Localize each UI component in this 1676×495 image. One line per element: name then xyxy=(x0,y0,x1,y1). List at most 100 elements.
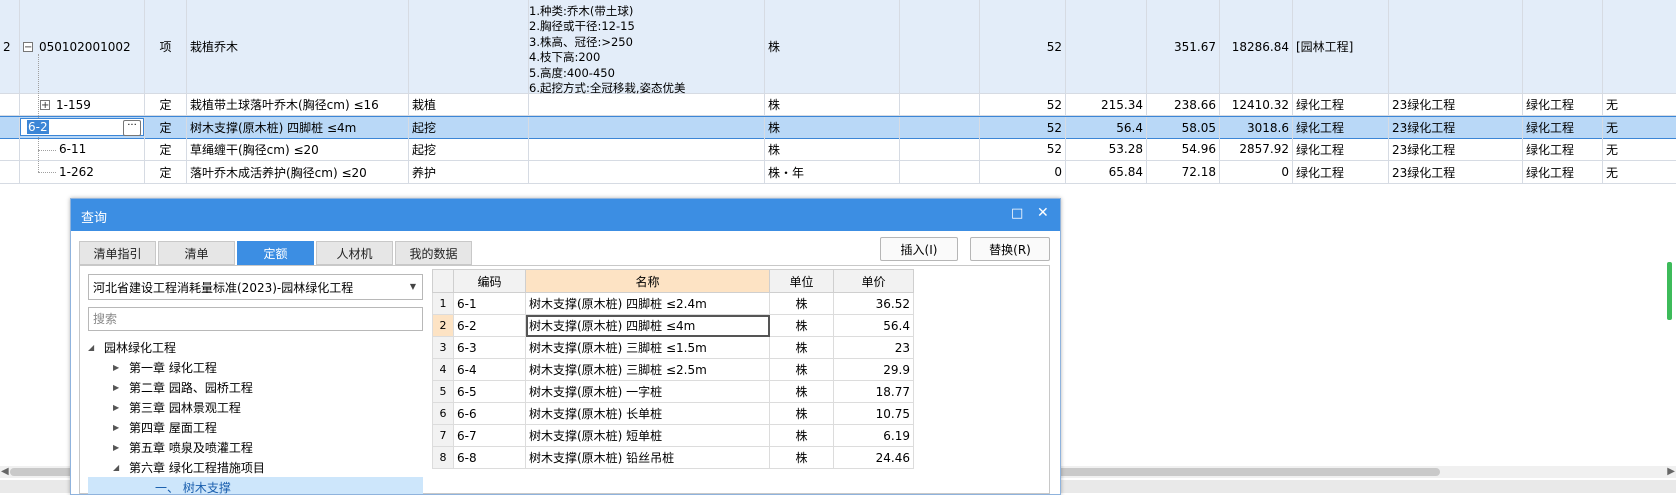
quota-name[interactable]: 树木支撑(原木桩) 短单桩 xyxy=(526,425,770,447)
tab-bill-guide[interactable]: 清单指引 xyxy=(79,241,156,265)
quota-price[interactable]: 56.4 xyxy=(834,315,914,337)
quota-price[interactable]: 6.19 xyxy=(834,425,914,447)
quota-unit[interactable]: 株 xyxy=(770,447,834,469)
quota-qty[interactable]: 52 xyxy=(980,117,1066,138)
library-select[interactable]: 河北省建设工程消耗量标准(2023)-园林绿化工程 ▼ xyxy=(88,274,423,300)
tree-chapter-2[interactable]: ▶ 第二章 园路、园桥工程 xyxy=(113,377,253,397)
expanded-triangle-icon[interactable]: ◢ xyxy=(88,343,102,352)
table-row-selected[interactable]: 2 6-2 树木支撑(原木桩) 四脚桩 ≤4m 株 56.4 xyxy=(433,315,914,337)
expand-icon[interactable]: + xyxy=(40,100,50,110)
tree-section-selected[interactable]: 一、 树木支撑 xyxy=(88,477,423,495)
column-header-name[interactable]: 名称 xyxy=(526,270,770,293)
column-header-code[interactable]: 编码 xyxy=(454,270,526,293)
quota-row[interactable]: 1-262 定 落叶乔木成活养护(胸径cm) ≤20 养护 株・年 0 65.8… xyxy=(0,161,1676,184)
quota-name[interactable]: 树木支撑(原木桩) 铅丝吊桩 xyxy=(526,447,770,469)
tree-root[interactable]: ◢ 园林绿化工程 xyxy=(88,337,176,357)
quota-code[interactable]: 6-8 xyxy=(454,447,526,469)
quota-row-selected[interactable]: 定 树木支撑(原木桩) 四脚桩 ≤4m 起挖 株 52 56.4 58.05 3… xyxy=(0,116,1676,139)
quota-row[interactable]: + 1-159 定 栽植带土球落叶乔木(胸径cm) ≤16 栽植 株 52 21… xyxy=(0,94,1676,116)
quota-unit[interactable]: 株 xyxy=(770,315,834,337)
quota-type: 定 xyxy=(145,138,187,160)
bill-row[interactable]: 2 − 050102001002 项 栽植乔木 株 52 351.67 1828… xyxy=(0,0,1676,94)
collapsed-triangle-icon[interactable]: ▶ xyxy=(113,423,127,432)
quota-code[interactable]: 6-4 xyxy=(454,359,526,381)
quota-unit[interactable]: 株 xyxy=(770,359,834,381)
expanded-triangle-icon[interactable]: ◢ xyxy=(113,463,127,472)
dialog-title-bar[interactable]: 查询 □ ✕ xyxy=(71,199,1060,231)
bill-quantity[interactable]: 52 xyxy=(980,0,1066,93)
quota-name[interactable]: 树木支撑(原木桩) 一字桩 xyxy=(526,381,770,403)
quota-price[interactable]: 29.9 xyxy=(834,359,914,381)
table-row[interactable]: 3 6-3 树木支撑(原木桩) 三脚桩 ≤1.5m 株 23 xyxy=(433,337,914,359)
insert-button[interactable]: 插入(I) xyxy=(880,237,958,261)
quota-code[interactable]: 6-6 xyxy=(454,403,526,425)
column-header-unit[interactable]: 单位 xyxy=(770,270,834,293)
row-number: 3 xyxy=(433,337,454,359)
tab-materials[interactable]: 人材机 xyxy=(316,241,393,265)
quota-unit[interactable]: 株 xyxy=(770,425,834,447)
quota-price[interactable]: 18.77 xyxy=(834,381,914,403)
quota-unit[interactable]: 株 xyxy=(770,403,834,425)
bill-col-sub xyxy=(1523,0,1603,93)
collapsed-triangle-icon[interactable]: ▶ xyxy=(113,403,127,412)
quota-price[interactable]: 36.52 xyxy=(834,293,914,315)
quota-name[interactable]: 树木支撑(原木桩) 长单桩 xyxy=(526,403,770,425)
tree-chapter-4[interactable]: ▶ 第四章 屋面工程 xyxy=(113,417,217,437)
table-row[interactable]: 5 6-5 树木支撑(原木桩) 一字桩 株 18.77 xyxy=(433,381,914,403)
quota-name[interactable]: 树木支撑(原木桩) 四脚桩 ≤2.4m xyxy=(526,293,770,315)
quota-qty[interactable]: 0 xyxy=(980,161,1066,183)
quota-unit[interactable]: 株 xyxy=(770,381,834,403)
collapse-icon[interactable]: − xyxy=(23,42,33,52)
quota-col-blank xyxy=(900,138,980,160)
table-row[interactable]: 1 6-1 树木支撑(原木桩) 四脚桩 ≤2.4m 株 36.52 xyxy=(433,293,914,315)
quota-qty[interactable]: 52 xyxy=(980,138,1066,160)
ellipsis-button[interactable]: ··· xyxy=(123,120,141,136)
table-row[interactable]: 8 6-8 树木支撑(原木桩) 铅丝吊桩 株 24.46 xyxy=(433,447,914,469)
quota-qty[interactable]: 52 xyxy=(980,94,1066,115)
code-edit-value[interactable]: 6-2 xyxy=(27,120,49,134)
quota-price[interactable]: 10.75 xyxy=(834,403,914,425)
quota-type: 定 xyxy=(145,161,187,183)
scroll-right-icon[interactable]: ▶ xyxy=(1667,466,1675,477)
quota-comp-price: 238.66 xyxy=(1147,94,1220,115)
scroll-left-icon[interactable]: ◀ xyxy=(1,466,9,477)
table-row[interactable]: 4 6-4 树木支撑(原木桩) 三脚桩 ≤2.5m 株 29.9 xyxy=(433,359,914,381)
tree-chapter-5[interactable]: ▶ 第五章 喷泉及喷灌工程 xyxy=(113,437,253,457)
quota-name[interactable]: 树木支撑(原木桩) 三脚桩 ≤2.5m xyxy=(526,359,770,381)
replace-button[interactable]: 替换(R) xyxy=(970,237,1050,261)
quota-unit[interactable]: 株 xyxy=(770,293,834,315)
collapsed-triangle-icon[interactable]: ▶ xyxy=(113,383,127,392)
chevron-down-icon[interactable]: ▼ xyxy=(410,282,416,291)
tab-quota[interactable]: 定额 xyxy=(237,241,314,265)
quota-name[interactable]: 树木支撑(原木桩) 三脚桩 ≤1.5m xyxy=(526,337,770,359)
tree-chapter-3[interactable]: ▶ 第三章 园林景观工程 xyxy=(113,397,241,417)
quota-code[interactable]: 6-3 xyxy=(454,337,526,359)
tab-my-data[interactable]: 我的数据 xyxy=(395,241,472,265)
quota-code[interactable]: 6-2 xyxy=(454,315,526,337)
table-row[interactable]: 7 6-7 树木支撑(原木桩) 短单桩 株 6.19 xyxy=(433,425,914,447)
quota-name[interactable]: 栽植带土球落叶乔木(胸径cm) ≤16 xyxy=(187,94,409,115)
quota-code[interactable]: 6-7 xyxy=(454,425,526,447)
tab-bill[interactable]: 清单 xyxy=(158,241,235,265)
bill-name[interactable]: 栽植乔木 xyxy=(187,0,409,93)
collapsed-triangle-icon[interactable]: ▶ xyxy=(113,443,127,452)
quota-name[interactable]: 树木支撑(原木桩) 四脚桩 ≤4m xyxy=(526,315,770,337)
close-icon[interactable]: ✕ xyxy=(1037,205,1049,221)
quota-row[interactable]: 6-11 定 草绳缠干(胸径cm) ≤20 起挖 株 52 53.28 54.9… xyxy=(0,138,1676,161)
quota-code[interactable]: 6-1 xyxy=(454,293,526,315)
collapsed-triangle-icon[interactable]: ▶ xyxy=(113,363,127,372)
search-input[interactable] xyxy=(88,307,423,331)
quota-name[interactable]: 草绳缠干(胸径cm) ≤20 xyxy=(187,138,409,160)
table-row[interactable]: 6 6-6 树木支撑(原木桩) 长单桩 株 10.75 xyxy=(433,403,914,425)
quota-price[interactable]: 24.46 xyxy=(834,447,914,469)
quota-name[interactable]: 树木支撑(原木桩) 四脚桩 ≤4m xyxy=(187,117,409,138)
quota-unit[interactable]: 株 xyxy=(770,337,834,359)
maximize-icon[interactable]: □ xyxy=(1011,206,1023,221)
code-edit-box[interactable]: 6-2 ··· xyxy=(20,118,144,136)
quota-name[interactable]: 落叶乔木成活养护(胸径cm) ≤20 xyxy=(187,161,409,183)
column-header-price[interactable]: 单价 xyxy=(834,270,914,293)
tree-chapter-1[interactable]: ▶ 第一章 绿化工程 xyxy=(113,357,217,377)
tree-chapter-6[interactable]: ◢ 第六章 绿化工程措施项目 xyxy=(113,457,265,477)
quota-price[interactable]: 23 xyxy=(834,337,914,359)
quota-code[interactable]: 6-5 xyxy=(454,381,526,403)
